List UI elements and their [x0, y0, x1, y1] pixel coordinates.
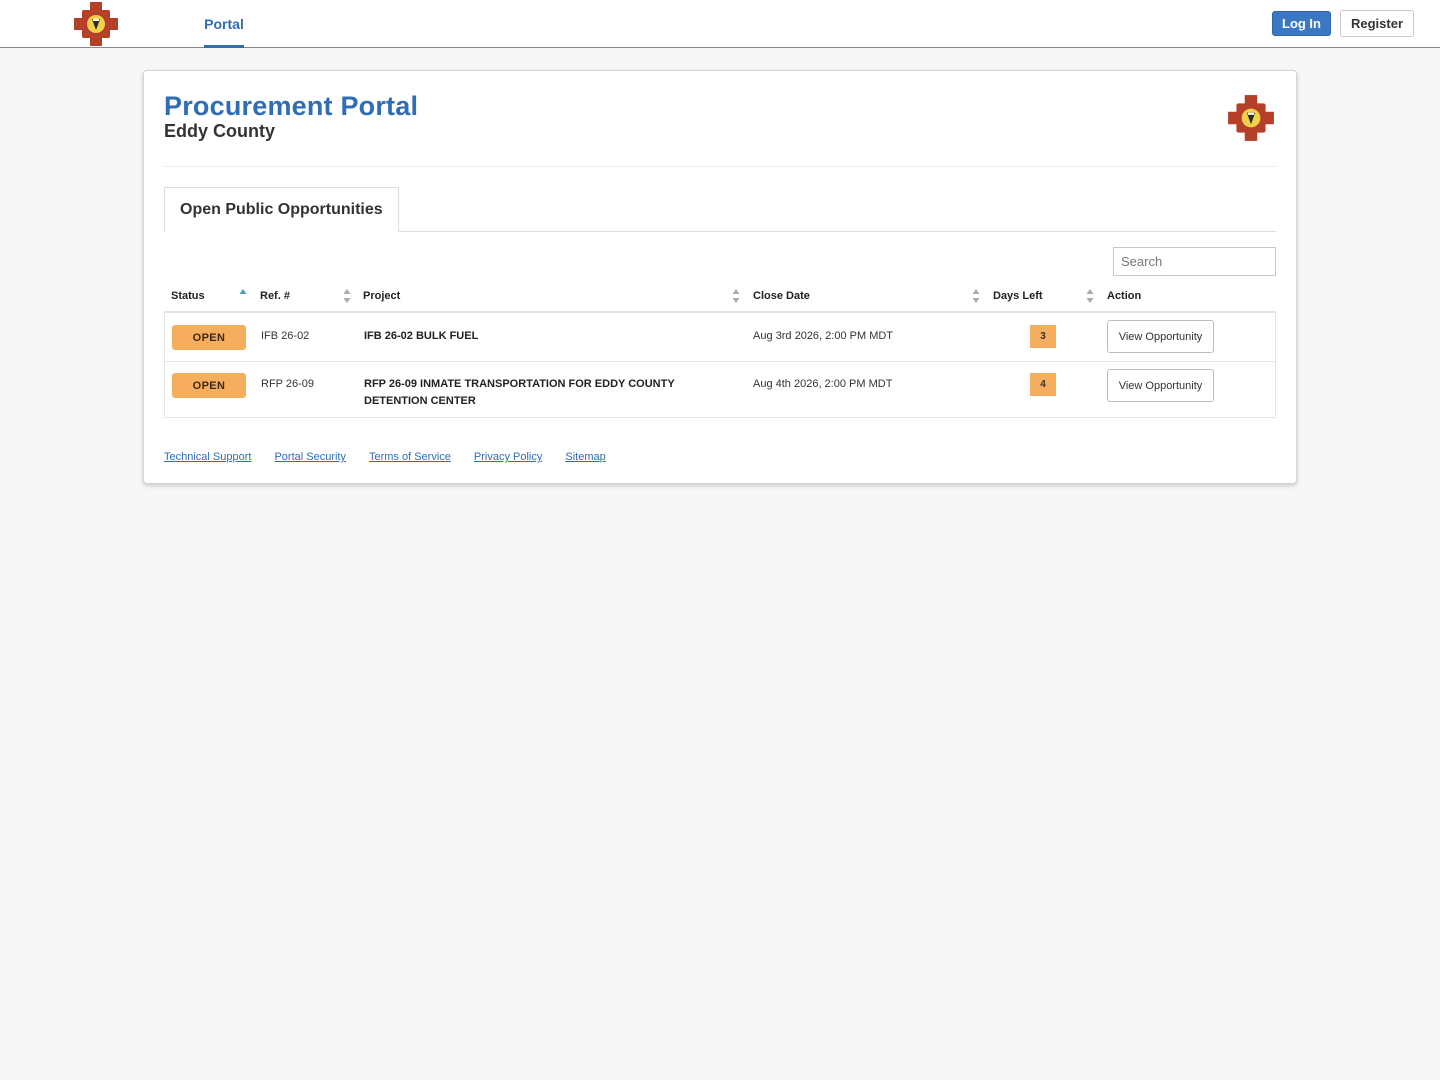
- sort-both-icon[interactable]: [732, 288, 740, 304]
- nav-tab-portal[interactable]: Portal: [204, 0, 244, 48]
- view-opportunity-button[interactable]: View Opportunity: [1107, 320, 1214, 353]
- opportunities-table: OPEN IFB 26-02 IFB 26-02 BULK FUEL Aug 3…: [164, 313, 1276, 418]
- table-header: Status Ref. # Project Close Date Days Le…: [164, 281, 1276, 313]
- close-date: Aug 3rd 2026, 2:00 PM MDT: [753, 330, 894, 342]
- ref-number: RFP 26-09: [261, 378, 314, 390]
- page-title: Procurement Portal: [164, 91, 419, 121]
- search-input[interactable]: [1113, 247, 1276, 276]
- column-header-status[interactable]: Status: [171, 281, 205, 311]
- column-header-days-left[interactable]: Days Left: [993, 281, 1043, 311]
- footer-link-privacy-policy[interactable]: Privacy Policy: [474, 451, 542, 463]
- project-name: IFB 26-02 BULK FUEL: [364, 330, 479, 342]
- organization-name: Eddy County: [164, 121, 275, 141]
- tab-open-public-opportunities[interactable]: Open Public Opportunities: [164, 187, 399, 233]
- county-seal-logo-icon[interactable]: [72, 0, 120, 48]
- view-opportunity-button[interactable]: View Opportunity: [1107, 369, 1214, 402]
- ref-number: IFB 26-02: [261, 330, 310, 342]
- footer-link-sitemap[interactable]: Sitemap: [565, 451, 605, 463]
- county-seal-logo-icon: [1228, 95, 1274, 141]
- close-date: Aug 4th 2026, 2:00 PM MDT: [753, 378, 893, 390]
- column-header-project[interactable]: Project: [363, 281, 400, 311]
- days-left-badge: 3: [1030, 325, 1056, 348]
- table-row: OPEN IFB 26-02 IFB 26-02 BULK FUEL Aug 3…: [165, 313, 1275, 361]
- footer-link-portal-security[interactable]: Portal Security: [274, 451, 346, 463]
- days-left-badge: 4: [1030, 373, 1056, 396]
- column-header-ref[interactable]: Ref. #: [260, 281, 290, 311]
- column-header-close-date[interactable]: Close Date: [753, 281, 810, 311]
- footer-link-terms-of-service[interactable]: Terms of Service: [369, 451, 451, 463]
- footer-links: Technical Support Portal Security Terms …: [164, 451, 629, 463]
- register-button[interactable]: Register: [1340, 10, 1414, 37]
- status-badge: OPEN: [172, 325, 246, 350]
- header-divider: [164, 166, 1276, 167]
- table-row: OPEN RFP 26-09 RFP 26-09 INMATE TRANSPOR…: [165, 361, 1275, 417]
- log-in-button[interactable]: Log In: [1272, 11, 1331, 36]
- column-header-action: Action: [1107, 290, 1142, 302]
- sort-both-icon[interactable]: [1086, 288, 1094, 304]
- portal-card: Procurement Portal Eddy County Open Publ…: [143, 70, 1297, 484]
- sort-both-icon[interactable]: [343, 288, 351, 304]
- top-nav-bar: Portal Log In Register: [0, 0, 1440, 48]
- footer-link-technical-support[interactable]: Technical Support: [164, 451, 251, 463]
- sort-both-icon[interactable]: [972, 288, 980, 304]
- status-badge: OPEN: [172, 373, 246, 398]
- sort-ascending-icon[interactable]: [239, 288, 247, 304]
- project-name: RFP 26-09 INMATE TRANSPORTATION FOR EDDY…: [364, 378, 675, 407]
